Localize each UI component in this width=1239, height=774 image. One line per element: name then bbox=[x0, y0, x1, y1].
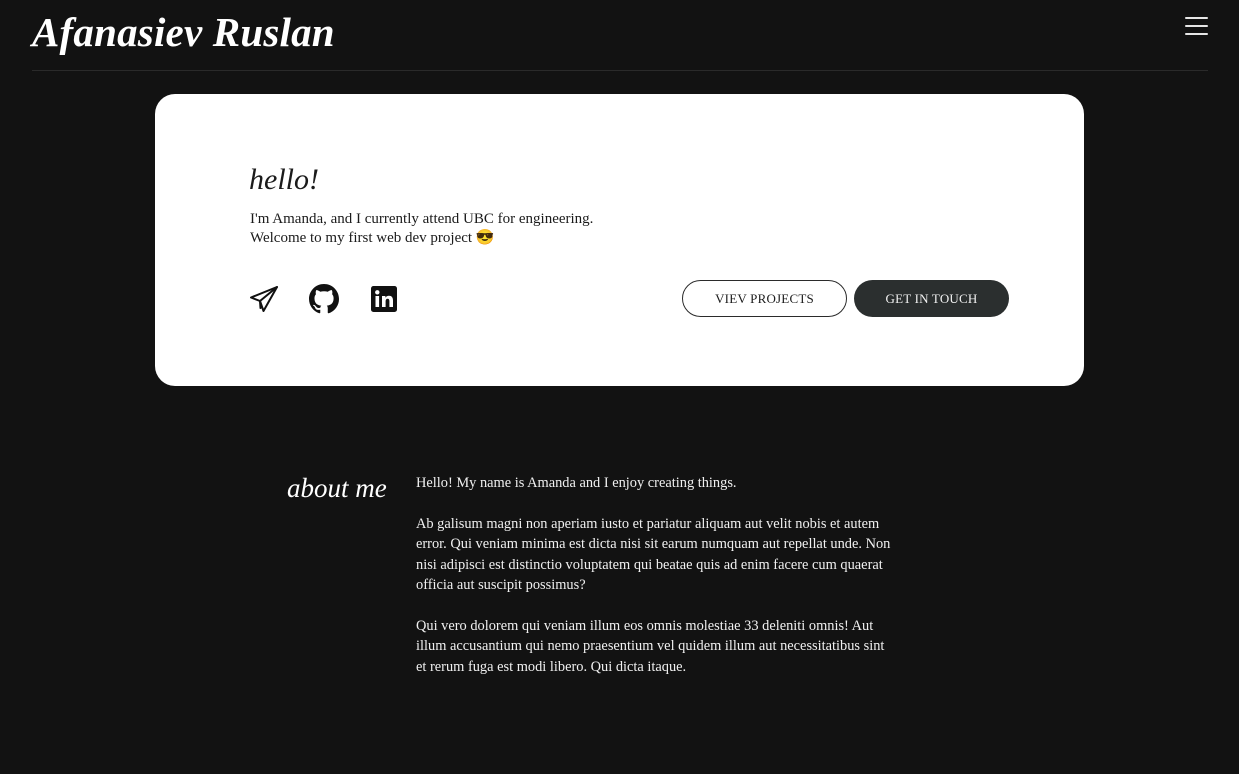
about-paragraph: Ab galisum magni non aperiam iusto et pa… bbox=[416, 515, 891, 594]
linkedin-icon[interactable] bbox=[369, 284, 399, 314]
hero-card: hello! I'm Amanda, and I currently atten… bbox=[155, 94, 1084, 386]
about-title: about me bbox=[287, 473, 387, 503]
hero-greeting: hello! bbox=[249, 163, 319, 196]
page: Afanasiev Ruslan hello! I'm Amanda, and … bbox=[0, 0, 1239, 774]
about-paragraph: Hello! My name is Amanda and I enjoy cre… bbox=[416, 475, 737, 491]
about-text: Hello! My name is Amanda and I enjoy cre… bbox=[416, 473, 896, 697]
intro-line-2: Welcome to my first web dev project 😎 bbox=[250, 230, 495, 246]
view-projects-button[interactable]: VIEV PROJECTS bbox=[682, 280, 847, 317]
get-in-touch-button[interactable]: GET IN TOUCH bbox=[854, 280, 1009, 317]
site-header: Afanasiev Ruslan bbox=[32, 0, 1208, 71]
site-title[interactable]: Afanasiev Ruslan bbox=[32, 8, 335, 56]
intro-line-1: I'm Amanda, and I currently attend UBC f… bbox=[250, 211, 594, 227]
hamburger-menu-icon[interactable] bbox=[1185, 16, 1208, 36]
about-paragraph: Qui vero dolorem qui veniam illum eos om… bbox=[416, 617, 885, 675]
telegram-icon[interactable] bbox=[249, 284, 279, 314]
hero-intro: I'm Amanda, and I currently attend UBC f… bbox=[250, 210, 593, 248]
github-icon[interactable] bbox=[309, 284, 339, 314]
